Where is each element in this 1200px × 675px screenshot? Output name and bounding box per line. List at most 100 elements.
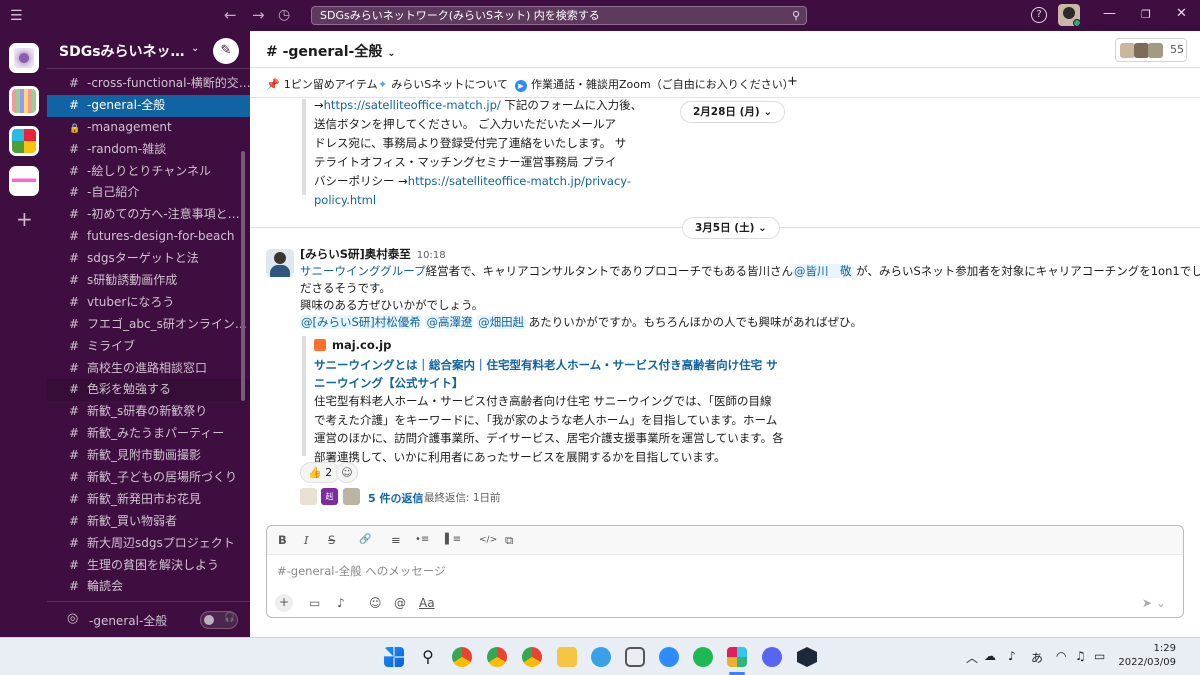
sidebar-channel-item[interactable]: # 新歓_子どもの居場所づくり	[47, 467, 250, 489]
code-block-icon[interactable]: ⧉	[505, 533, 513, 547]
message-timestamp[interactable]: 10:18	[417, 250, 446, 261]
link[interactable]: https://satelliteoffice-match.jp/privacy…	[408, 174, 631, 188]
help-icon[interactable]: ?	[1031, 7, 1047, 23]
sidebar-channel-item[interactable]: # -random-雑談	[47, 139, 250, 161]
wifi-icon[interactable]: ◠	[1056, 649, 1066, 663]
ordered-list-icon[interactable]: ≡	[391, 533, 401, 547]
bookmark-about[interactable]: ✦ みらいSネットについて	[378, 76, 508, 92]
channel-title[interactable]: # -general-全般 ⌄	[266, 41, 396, 61]
bullet-list-icon[interactable]: •≡	[415, 533, 429, 547]
workspace-4[interactable]	[9, 166, 39, 196]
browser-icon[interactable]	[591, 647, 611, 667]
sidebar-channel-item[interactable]: # 新歓_s研春の新歓祭り	[47, 401, 250, 423]
blockquote-icon[interactable]: ▌≡	[445, 533, 461, 547]
user-mention[interactable]: @畑田赳	[477, 315, 526, 329]
unfurl-title[interactable]: サニーウイングとは｜総合案内｜住宅型有料老人ホーム・サービス付き高齢者向け住宅 …	[314, 356, 778, 392]
history-icon[interactable]: ◷	[278, 7, 290, 23]
sidebar-channel-item[interactable]: # -初めての方へ-注意事項と…	[47, 204, 250, 226]
link[interactable]: https://satelliteoffice-match.jp/	[324, 99, 501, 112]
chevron-up-icon[interactable]: ︿	[966, 649, 978, 666]
chrome-icon[interactable]	[522, 647, 542, 667]
sidebar-channel-item[interactable]: # 輪読会	[47, 576, 250, 598]
sidebar-channel-item[interactable]: # 新歓_見附市動画撮影	[47, 445, 250, 467]
message-input[interactable]: #-general-全般 へのメッセージ	[277, 563, 446, 579]
search-icon[interactable]: ⚲	[418, 647, 438, 667]
sidebar-channel-item[interactable]: # -自己紹介	[47, 182, 250, 204]
sidebar-channel-item[interactable]: # futures-design-for-beach	[47, 226, 250, 248]
bookmark-zoom[interactable]: ▶ 作業通話・雑談用Zoom（ご自由にお入りください）	[515, 76, 794, 92]
attach-plus-button[interactable]: +	[275, 594, 293, 612]
discord-icon[interactable]	[762, 647, 782, 667]
search-icon[interactable]: ⚲	[792, 7, 800, 24]
clock-app-icon[interactable]	[625, 647, 645, 667]
user-mention[interactable]: @[みらいS研]村松優希	[300, 315, 422, 329]
author-name[interactable]: [みらいS研]奥村泰至	[300, 247, 411, 261]
huddle-toggle[interactable]: 🎧	[200, 611, 238, 629]
bookmark-pinned[interactable]: 📌 1ピン留めアイテム	[266, 76, 378, 92]
volume-icon[interactable]: ♫	[1075, 649, 1086, 663]
send-icon[interactable]: ➤ ⌄	[1142, 596, 1166, 610]
chevron-down-icon[interactable]: ⌄	[191, 43, 199, 54]
date-divider-pill[interactable]: 2月28日 (月) ⌄	[680, 101, 786, 123]
mention-icon[interactable]: @	[394, 596, 406, 610]
user-mention[interactable]: @皆川 敬	[793, 264, 853, 278]
microphone-icon[interactable]: ♪	[337, 596, 345, 610]
sidebar-channel-item[interactable]: # -絵しりとりチャンネル	[47, 161, 250, 183]
sidebar-channel-item[interactable]: # ミライブ	[47, 336, 250, 358]
ime-indicator[interactable]: あ	[1031, 649, 1043, 666]
link[interactable]: policy.html	[314, 193, 376, 207]
slack-icon[interactable]	[727, 647, 747, 667]
search-input[interactable]: SDGsみらいネットワーク(みらいSネット) 内を検索する ⚲	[311, 6, 807, 25]
cloud-icon[interactable]: ☁	[984, 649, 996, 663]
compose-button[interactable]: ✎	[213, 38, 239, 64]
sidebar-channel-item[interactable]: # 新歓_みたうまパーティー	[47, 423, 250, 445]
bold-button[interactable]: B	[278, 533, 287, 547]
workspace-3[interactable]	[9, 126, 39, 156]
folder-icon[interactable]	[557, 647, 577, 667]
minimize-button[interactable]: —	[1103, 6, 1116, 21]
microphone-icon[interactable]: ♪	[1008, 649, 1016, 663]
sidebar-channel-item[interactable]: # 高校生の進路相談窓口	[47, 358, 250, 380]
add-bookmark-button[interactable]: +	[787, 74, 798, 89]
reaction-thumbs-up[interactable]: 👍 2	[300, 462, 341, 483]
sidebar-channel-item[interactable]: # -cross-functional-横断的交…	[47, 73, 250, 95]
link-icon[interactable]: 🔗	[359, 533, 371, 547]
sidebar-channel-item[interactable]: # vtuberになろう	[47, 292, 250, 314]
menu-icon[interactable]: ☰	[10, 8, 23, 24]
user-mention[interactable]: @高澤遼	[425, 315, 474, 329]
forward-arrow-icon[interactable]: →	[252, 6, 265, 24]
maximize-button[interactable]: ❐	[1141, 8, 1151, 21]
sidebar-channel-item[interactable]: # 新歓_新発田市お花見	[47, 489, 250, 511]
battery-icon[interactable]: ▭	[1094, 649, 1105, 663]
workspace-2[interactable]	[9, 86, 39, 116]
sidebar-channel-item[interactable]: # s研勧誘動画作成	[47, 270, 250, 292]
sidebar-channel-item[interactable]: # sdgsターゲットと法	[47, 248, 250, 270]
sidebar-channel-item[interactable]: # 新歓_買い物弱者	[47, 511, 250, 533]
sidebar-channel-item[interactable]: # 生理の貧困を解決しよう	[47, 555, 250, 577]
add-reaction-icon[interactable]: ☺	[336, 462, 358, 483]
member-count-button[interactable]: 55	[1115, 38, 1187, 62]
workspace-name[interactable]: SDGsみらいネッ…	[59, 41, 185, 61]
code-icon[interactable]: </>	[479, 533, 497, 547]
video-icon[interactable]: ▭	[309, 596, 320, 610]
system-clock[interactable]: 1:29 2022/03/09	[1116, 642, 1176, 670]
sidebar-channel-item[interactable]: # -general-全般	[47, 94, 250, 117]
zoom-icon[interactable]	[659, 647, 679, 667]
unfurl-site[interactable]: maj.co.jp	[314, 338, 391, 352]
sidebar-channel-item[interactable]: # フエゴ_abc_s研オンライン…	[47, 314, 250, 336]
chrome-icon[interactable]	[487, 647, 507, 667]
sidebar-channel-item[interactable]: 🔒 -management	[47, 117, 250, 139]
sidebar-channel-item[interactable]: # 色彩を勉強する	[47, 379, 250, 402]
add-workspace-icon[interactable]: +	[16, 209, 33, 229]
chrome-icon[interactable]	[452, 647, 472, 667]
italic-button[interactable]: I	[304, 533, 309, 547]
text-format-icon[interactable]: Aa	[419, 596, 435, 610]
sidebar-channel-item[interactable]: # 新大周辺sdgsプロジェクト	[47, 533, 250, 555]
author-avatar[interactable]	[266, 249, 294, 277]
link[interactable]: サニーウインググループ	[300, 264, 426, 278]
date-divider-pill[interactable]: 3月5日 (土) ⌄	[682, 217, 780, 239]
app-icon[interactable]	[797, 647, 817, 667]
user-avatar[interactable]	[1058, 4, 1080, 26]
strikethrough-button[interactable]: S	[328, 533, 335, 547]
close-button[interactable]: ✕	[1176, 6, 1187, 21]
